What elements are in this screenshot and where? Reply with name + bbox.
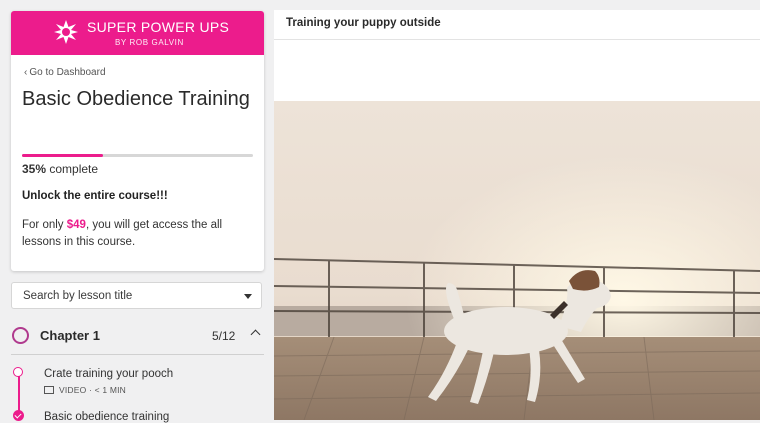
back-to-dashboard-link[interactable]: ‹ Go to Dashboard: [24, 67, 106, 78]
progress-bar: [22, 154, 253, 157]
brand-name: SUPER POWER UPS: [87, 19, 230, 35]
caret-down-icon: [244, 294, 252, 299]
lesson-item-meta: VIDEO · < 1 MIN: [44, 385, 126, 395]
course-title: Basic Obedience Training: [22, 88, 250, 110]
progress-percent: 35%: [22, 162, 47, 176]
unlock-heading: Unlock the entire course!!!: [22, 190, 168, 202]
video-icon: [44, 386, 54, 394]
chapter-progress-icon: [12, 327, 29, 344]
chapter-label: Chapter 1: [40, 328, 100, 343]
chevron-up-icon[interactable]: [250, 329, 261, 340]
lesson-meta-text: VIDEO · < 1 MIN: [59, 385, 126, 395]
dog-on-pier-photo: [274, 101, 760, 420]
offer-text: For only $49, you will get access the al…: [22, 217, 254, 251]
star-burst-icon: [54, 20, 78, 44]
chapter-count: 5/12: [212, 329, 236, 343]
lesson-item-title[interactable]: Crate training your pooch: [44, 368, 173, 380]
chevron-left-icon: ‹: [24, 67, 28, 78]
progress-fill: [22, 154, 103, 157]
lesson-hero-image: [274, 101, 760, 420]
lesson-item-title[interactable]: Basic obedience training: [44, 411, 169, 423]
chapter-header[interactable]: Chapter 1 5/12: [11, 320, 264, 355]
search-placeholder: Search by lesson title: [23, 290, 133, 302]
offer-price: $49: [66, 219, 86, 231]
lesson-status-icon: [13, 367, 23, 377]
course-card: SUPER POWER UPS BY ROB GALVIN ‹ Go to Das…: [11, 11, 264, 271]
back-link-label: Go to Dashboard: [29, 67, 106, 78]
progress-suffix: complete: [46, 162, 99, 176]
lesson-content-panel: Training your puppy outside: [274, 10, 760, 420]
offer-prefix: For only: [22, 219, 67, 231]
check-circle-icon: [13, 410, 24, 421]
brand-header[interactable]: SUPER POWER UPS BY ROB GALVIN: [11, 11, 264, 55]
brand-byline: BY ROB GALVIN: [115, 38, 184, 47]
lesson-title: Training your puppy outside: [274, 10, 760, 40]
progress-text: 35% complete: [22, 162, 98, 176]
lesson-search-select[interactable]: Search by lesson title: [11, 282, 262, 309]
